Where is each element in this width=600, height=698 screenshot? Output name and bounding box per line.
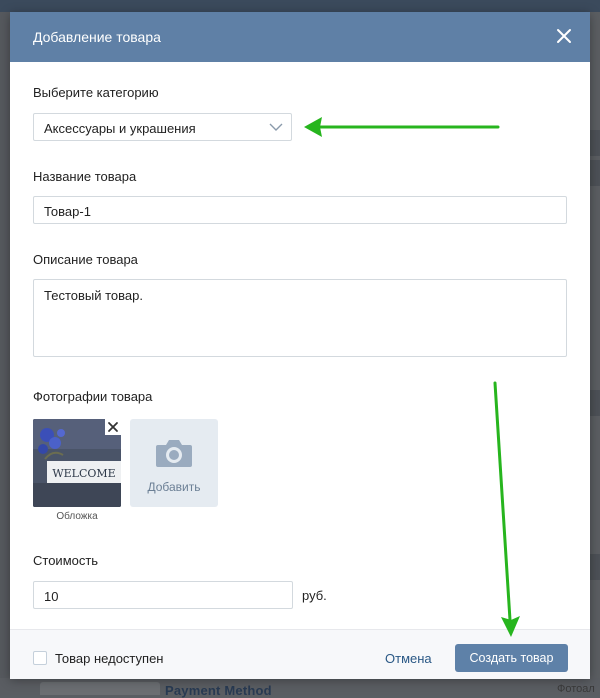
- add-product-dialog: Добавление товара Выберите категорию Акс…: [10, 12, 590, 679]
- category-select[interactable]: Аксессуары и украшения: [33, 113, 292, 141]
- product-name-value: Товар-1: [44, 204, 91, 219]
- background-heading: Payment Method: [165, 683, 272, 698]
- camera-icon: [156, 440, 192, 467]
- photos-label: Фотографии товара: [33, 389, 153, 404]
- unavailable-checkbox[interactable]: [33, 651, 47, 665]
- add-photo-label: Добавить: [147, 480, 201, 494]
- background-bottom-strip: Payment Method Фотоал: [0, 678, 600, 698]
- description-value: Тестовый товар.: [44, 288, 143, 303]
- price-value: 10: [44, 589, 59, 604]
- description-textarea[interactable]: Тестовый товар.: [33, 279, 567, 357]
- create-product-label: Создать товар: [469, 651, 554, 665]
- add-photo-button[interactable]: Добавить: [130, 419, 218, 507]
- create-product-button[interactable]: Создать товар: [455, 644, 568, 672]
- unavailable-label[interactable]: Товар недоступен: [55, 651, 163, 666]
- background-thumbnail: [590, 130, 600, 156]
- product-name-input[interactable]: Товар-1: [33, 196, 567, 224]
- close-icon: [108, 422, 118, 432]
- background-right-strip: [590, 12, 600, 695]
- cancel-button[interactable]: Отмена: [385, 651, 432, 666]
- price-input[interactable]: 10: [33, 581, 293, 609]
- background-thumbnail: [590, 554, 600, 580]
- remove-photo-button[interactable]: [105, 419, 121, 435]
- close-button[interactable]: [554, 26, 574, 46]
- dialog-header: Добавление товара: [10, 12, 590, 62]
- close-icon: [557, 29, 571, 43]
- currency-label: руб.: [302, 588, 327, 603]
- category-selected-value: Аксессуары и украшения: [44, 121, 196, 136]
- background-card: [40, 682, 160, 695]
- background-topbar: [0, 0, 600, 12]
- background-thumbnail: [590, 390, 600, 416]
- category-label: Выберите категорию: [33, 85, 159, 100]
- description-label: Описание товара: [33, 252, 138, 267]
- chevron-down-icon: [269, 123, 283, 131]
- background-left-strip: [0, 12, 10, 695]
- price-label: Стоимость: [33, 553, 99, 568]
- cover-caption: Обложка: [56, 511, 98, 522]
- background-thumbnail: [590, 160, 600, 186]
- cover-photo-text: WELCOME: [52, 467, 115, 480]
- background-caption: Фотоал: [557, 683, 595, 695]
- product-name-label: Название товара: [33, 169, 137, 184]
- dialog-title: Добавление товара: [33, 29, 161, 45]
